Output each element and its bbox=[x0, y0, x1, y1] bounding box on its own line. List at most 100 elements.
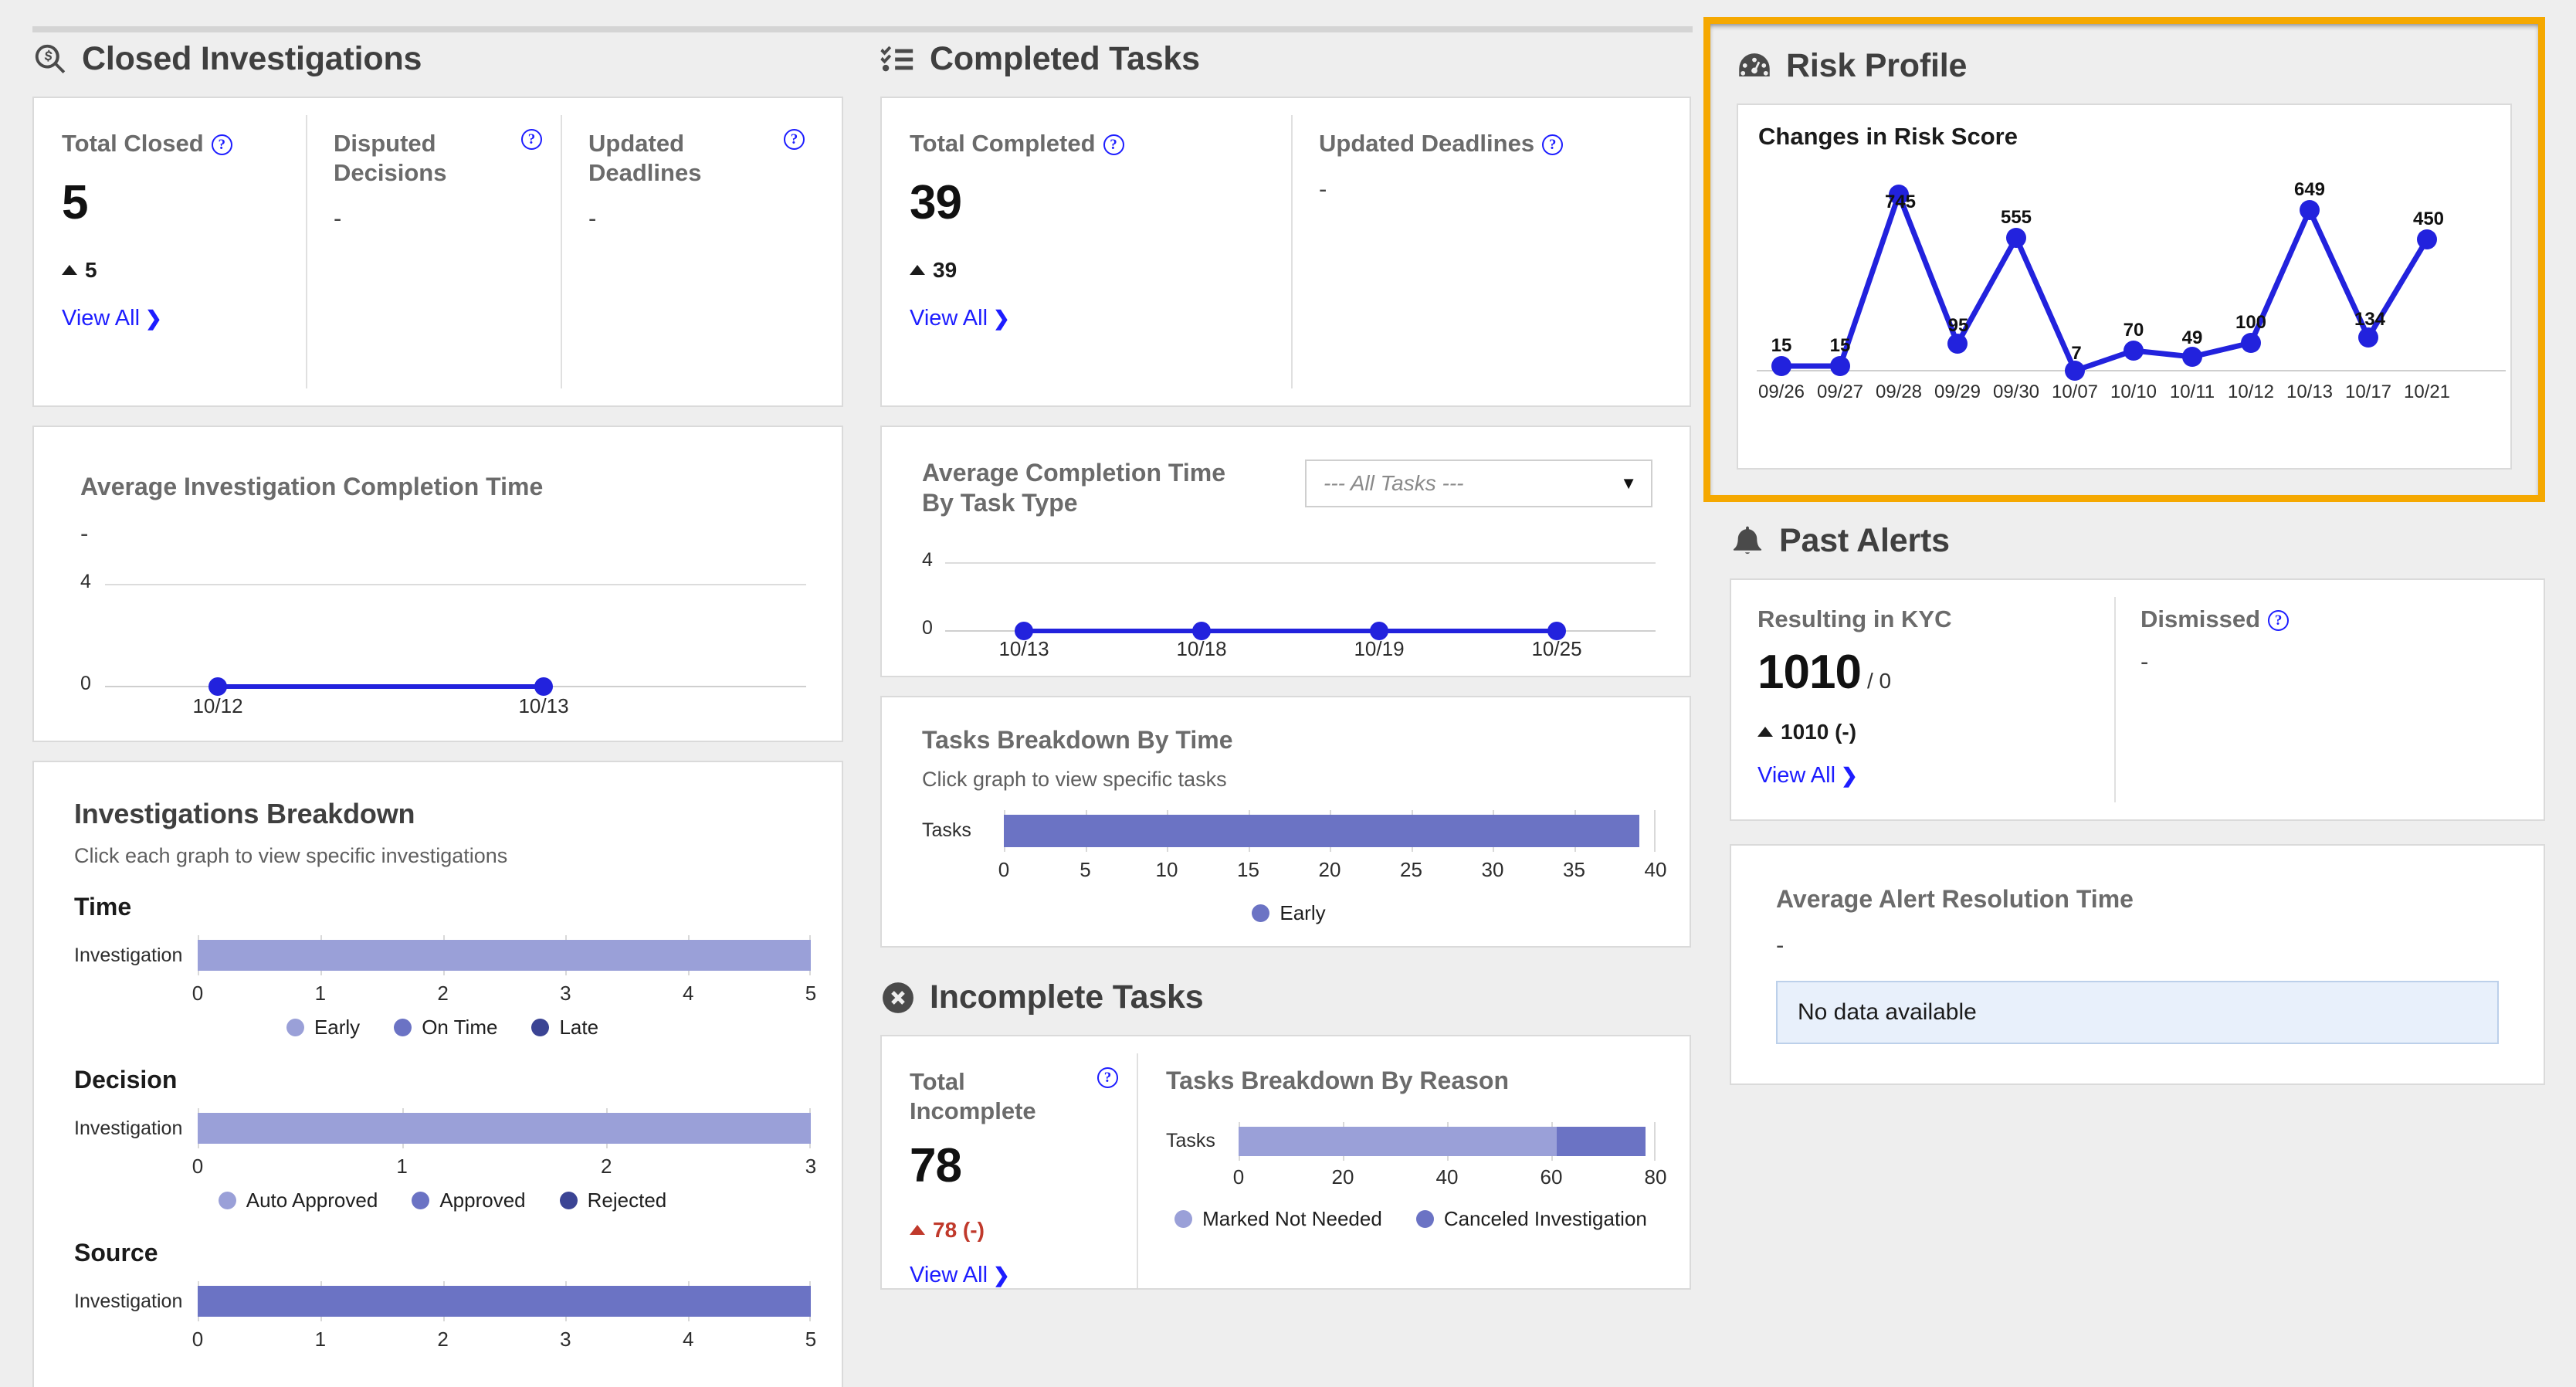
kpi-resulting-in-kyc-delta: 1010 (-) bbox=[1757, 720, 2090, 744]
bar-segment-marked-not-needed[interactable] bbox=[1239, 1127, 1557, 1157]
bar-segment-early[interactable] bbox=[198, 940, 811, 971]
avg-investigation-completion-time-title: Average Investigation Completion Time bbox=[80, 473, 544, 500]
average-alert-resolution-time-empty: No data available bbox=[1776, 981, 2499, 1045]
help-icon[interactable]: ? bbox=[2268, 610, 2290, 631]
kpi-delta-text: 78 (-) bbox=[933, 1217, 985, 1242]
help-icon[interactable]: ? bbox=[521, 129, 542, 150]
help-icon[interactable]: ? bbox=[1542, 134, 1564, 155]
legend-item-rejected[interactable]: Rejected bbox=[559, 1189, 667, 1212]
legend-item-late[interactable]: Late bbox=[531, 1016, 598, 1039]
row-label: Investigation bbox=[74, 1290, 183, 1312]
legend-dot bbox=[531, 1019, 550, 1036]
kpi-total-incomplete-label: Total Incomplete ? bbox=[910, 1067, 1118, 1126]
legend-label: On Time bbox=[422, 1016, 498, 1039]
kpi-divider bbox=[1291, 115, 1293, 388]
row-label: Tasks bbox=[922, 819, 971, 842]
kpi-label-text: Total Incomplete bbox=[910, 1068, 1036, 1124]
view-all-completed-tasks[interactable]: View All ❯ bbox=[910, 306, 1010, 331]
kpi-label-text: Total Closed bbox=[62, 130, 204, 157]
kpi-dismissed: Dismissed? - bbox=[2140, 605, 2473, 676]
kpi-updated-deadlines-label: Updated Deadlines ? bbox=[588, 129, 805, 188]
average-alert-resolution-time-card: Average Alert Resolution Time - No data … bbox=[1730, 844, 2545, 1085]
x-tick-label: 10/19 bbox=[1354, 637, 1405, 660]
closed-investigations-header: Closed Investigations bbox=[32, 40, 843, 78]
kpi-label-text: Updated Deadlines bbox=[588, 130, 702, 186]
legend-dot bbox=[286, 1019, 304, 1036]
view-all-label: View All bbox=[1757, 762, 1836, 788]
legend-item-early[interactable]: Early bbox=[1252, 901, 1326, 925]
kpi-label-text: Dismissed bbox=[2140, 605, 2261, 632]
checklist-icon bbox=[880, 42, 916, 77]
help-icon[interactable]: ? bbox=[211, 134, 232, 155]
help-icon[interactable]: ? bbox=[1103, 134, 1124, 155]
kpi-disputed-decisions-label: Disputed Decisions ? bbox=[334, 129, 542, 188]
kpi-label-text: Updated Deadlines bbox=[1319, 130, 1535, 157]
x-tick: 2 bbox=[437, 982, 449, 1005]
bar-segment-canceled-investigation[interactable] bbox=[1556, 1127, 1646, 1157]
legend-item-canceled-investigation[interactable]: Canceled Investigation bbox=[1415, 1207, 1647, 1231]
help-icon[interactable]: ? bbox=[784, 129, 805, 150]
legend-label: Canceled Investigation bbox=[1443, 1207, 1647, 1231]
chevron-down-icon: ▼ bbox=[1620, 473, 1637, 493]
breakdown-source-chart[interactable]: Investigation bbox=[74, 1281, 811, 1321]
bar-segment-investigation[interactable] bbox=[198, 1286, 811, 1317]
avg-completion-time-by-task-type-chart[interactable]: 4 0 10/13 10/18 10/19 10/25 bbox=[922, 549, 1656, 660]
point-label: 70 bbox=[2123, 320, 2144, 341]
tasks-breakdown-by-time-legend: Early bbox=[922, 901, 1656, 925]
avg-investigation-completion-time-chart[interactable]: 4 0 10/12 10/13 bbox=[80, 571, 806, 717]
line-plot-svg bbox=[105, 584, 806, 696]
x-tick: 20 bbox=[1331, 1165, 1354, 1189]
view-all-incomplete-tasks[interactable]: View All ❯ bbox=[910, 1263, 1010, 1288]
completed-tasks-section: Completed Tasks Total Completed? 39 39 V… bbox=[880, 40, 1691, 1290]
tasks-breakdown-by-reason-chart[interactable]: Tasks bbox=[1166, 1122, 1656, 1161]
point-label: 745 bbox=[1884, 192, 1917, 212]
past-alerts-header: Past Alerts bbox=[1730, 522, 2545, 560]
risk-profile-section[interactable]: Risk Profile Changes in Risk Score 15 15… bbox=[1703, 17, 2545, 502]
legend-dot bbox=[218, 1192, 236, 1209]
task-type-filter-select[interactable]: --- All Tasks --- ▼ bbox=[1305, 460, 1652, 507]
legend-item-marked-not-needed[interactable]: Marked Not Needed bbox=[1174, 1207, 1382, 1231]
kpi-divider bbox=[1137, 1053, 1138, 1288]
kpi-total-incomplete-delta: 78 (-) bbox=[910, 1218, 1118, 1243]
completed-tasks-header: Completed Tasks bbox=[880, 40, 1691, 78]
x-tick: 4 bbox=[682, 982, 694, 1005]
kpi-resulting-in-kyc: Resulting in KYC 1010 / 0 1010 (-) View … bbox=[1757, 605, 2090, 788]
closed-investigations-title: Closed Investigations bbox=[82, 40, 422, 77]
tasks-breakdown-by-time-title: Tasks Breakdown By Time bbox=[922, 726, 1233, 754]
view-all-closed-investigations[interactable]: View All ❯ bbox=[62, 306, 162, 331]
x-tick: 80 bbox=[1644, 1165, 1667, 1189]
x-tick: 10 bbox=[1155, 858, 1178, 882]
legend-item-on-time[interactable]: On Time bbox=[394, 1016, 497, 1039]
x-tick: 15 bbox=[1237, 858, 1259, 882]
breakdown-time-chart[interactable]: Investigation bbox=[74, 935, 811, 975]
circle-x-icon bbox=[880, 980, 916, 1016]
bar-segment-auto-approved[interactable] bbox=[198, 1113, 811, 1144]
legend-item-approved[interactable]: Approved bbox=[412, 1189, 526, 1212]
avg-completion-time-by-task-type-title: Average Completion Time By Task Type bbox=[922, 459, 1225, 517]
breakdown-time-legend: Early On Time Late bbox=[74, 1016, 811, 1039]
top-divider bbox=[32, 26, 1693, 32]
view-all-past-alerts[interactable]: View All ❯ bbox=[1757, 763, 1858, 788]
past-alerts-title: Past Alerts bbox=[1779, 522, 1950, 559]
x-tick-label: 10/13 bbox=[2286, 382, 2334, 402]
help-icon[interactable]: ? bbox=[1097, 1067, 1118, 1088]
x-tick-label: 10/12 bbox=[2227, 382, 2275, 402]
kpi-resulting-in-kyc-value: 1010 bbox=[1757, 645, 1862, 699]
legend-label: Rejected bbox=[587, 1189, 667, 1212]
legend-dot bbox=[412, 1192, 430, 1209]
point-label: 649 bbox=[2293, 179, 2326, 200]
x-tick: 5 bbox=[1080, 858, 1091, 882]
bar-segment-early[interactable] bbox=[1004, 815, 1639, 848]
kpi-delta-text: 39 bbox=[933, 257, 958, 282]
x-tick: 0 bbox=[192, 1328, 204, 1351]
legend-item-auto-approved[interactable]: Auto Approved bbox=[218, 1189, 378, 1212]
tasks-breakdown-by-time-chart[interactable]: Tasks bbox=[922, 810, 1656, 853]
breakdown-decision-chart[interactable]: Investigation bbox=[74, 1108, 811, 1148]
point-label: 7 bbox=[2071, 343, 2082, 364]
x-tick: 0 bbox=[998, 858, 1010, 882]
kpi-delta-text: 5 bbox=[85, 257, 97, 282]
legend-item-early[interactable]: Early bbox=[286, 1016, 360, 1039]
x-tick: 0 bbox=[192, 1155, 204, 1178]
bell-icon bbox=[1730, 524, 1765, 559]
changes-in-risk-score-chart[interactable]: 15 15 745 95 555 7 70 49 100 649 134 450… bbox=[1749, 164, 2513, 426]
